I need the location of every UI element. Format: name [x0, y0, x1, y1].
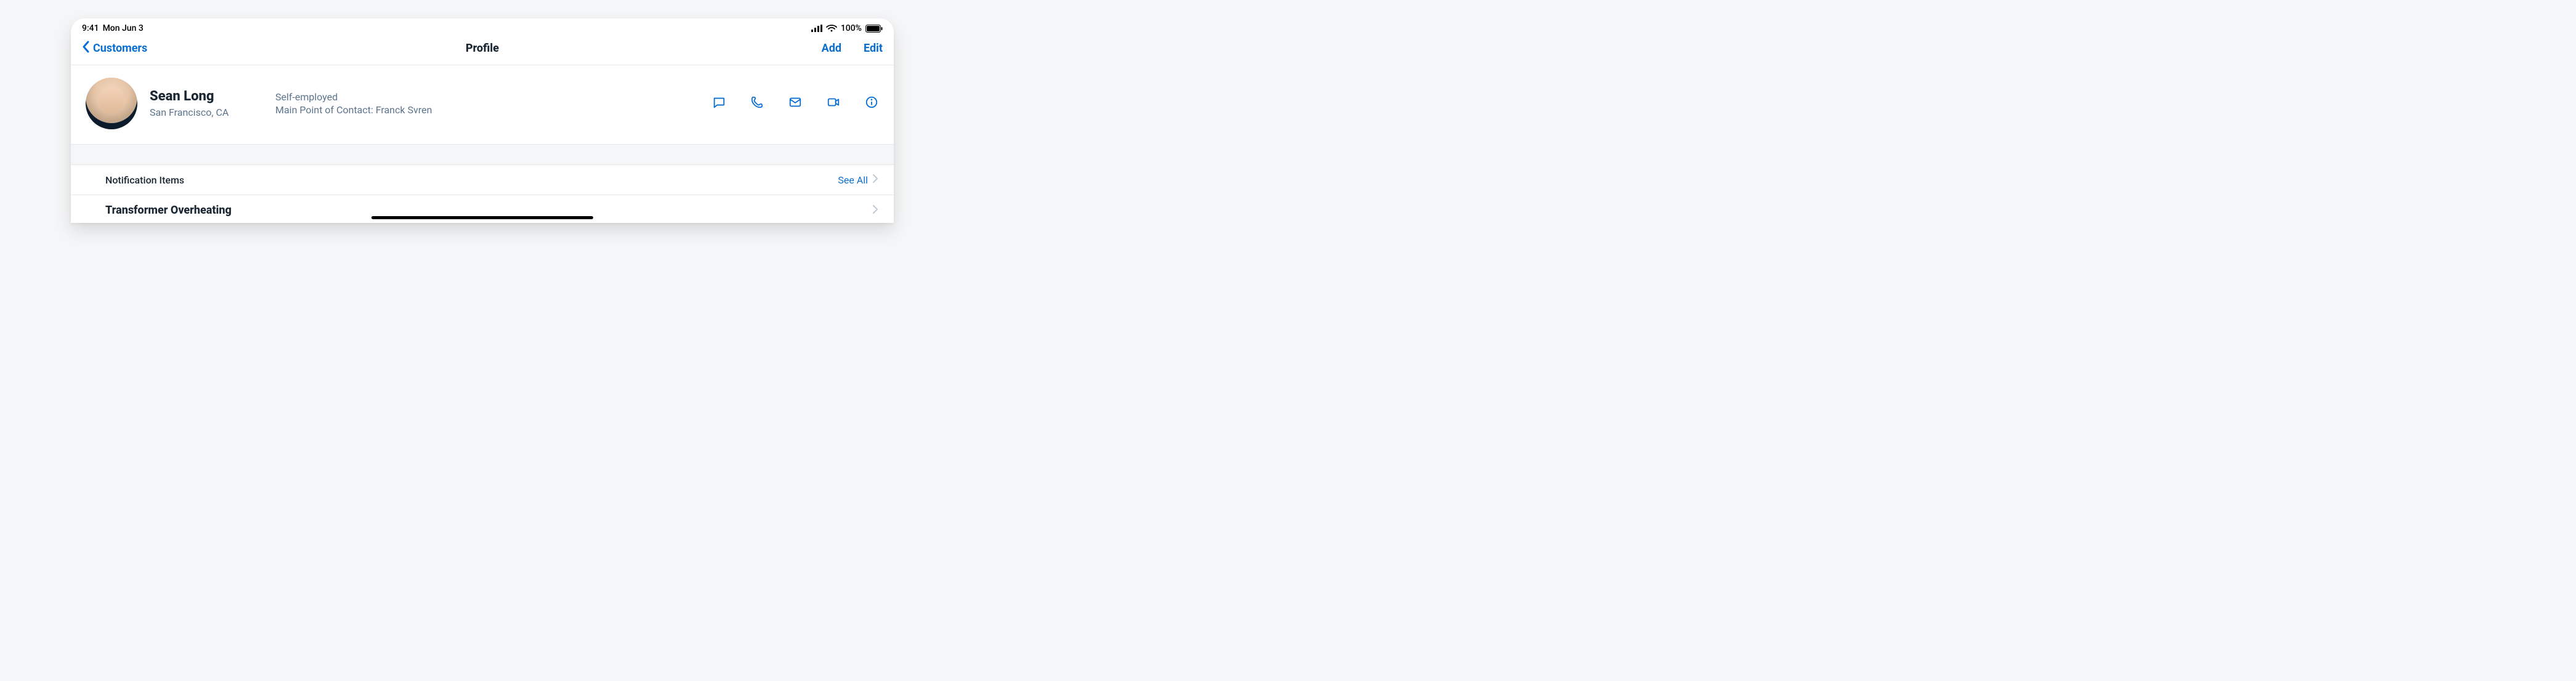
see-all-button[interactable]: See All	[838, 174, 879, 186]
chat-icon	[712, 95, 726, 111]
chevron-right-icon	[872, 174, 879, 186]
section-gap	[71, 144, 894, 165]
add-button[interactable]: Add	[822, 42, 841, 55]
see-all-label: See All	[838, 174, 868, 186]
wifi-icon	[826, 25, 837, 32]
status-time: 9:41	[82, 23, 99, 33]
call-button[interactable]	[750, 96, 764, 111]
back-label: Customers	[93, 42, 147, 55]
notifications-header-row: Notification Items See All	[71, 165, 894, 195]
back-button[interactable]: Customers	[82, 41, 147, 56]
notification-item-title: Transformer Overheating	[105, 204, 232, 217]
chevron-right-icon	[872, 204, 879, 217]
mail-icon	[788, 95, 802, 111]
profile-header: Sean Long San Francisco, CA Self-employe…	[71, 65, 894, 144]
video-icon	[827, 95, 840, 111]
email-button[interactable]	[788, 96, 803, 111]
notifications-header-label: Notification Items	[105, 174, 184, 186]
status-bar: 9:41 Mon Jun 3 100%	[71, 18, 894, 36]
avatar[interactable]	[86, 78, 137, 129]
page-title: Profile	[466, 42, 499, 55]
quick-actions	[711, 96, 879, 111]
chevron-left-icon	[82, 41, 91, 56]
profile-name: Sean Long	[150, 89, 248, 104]
info-button[interactable]	[864, 96, 879, 111]
profile-location: San Francisco, CA	[150, 107, 248, 118]
home-indicator[interactable]	[371, 216, 593, 219]
edit-button[interactable]: Edit	[864, 42, 883, 55]
profile-contact-line: Main Point of Contact: Franck Svren	[275, 104, 432, 116]
phone-icon	[750, 95, 764, 111]
battery-percent: 100%	[841, 23, 862, 33]
info-icon	[865, 95, 878, 111]
cellular-icon	[811, 25, 822, 32]
nav-bar: Customers Profile Add Edit	[71, 36, 894, 65]
profile-employment: Self-employed	[275, 91, 432, 103]
status-date: Mon Jun 3	[103, 23, 144, 33]
video-button[interactable]	[826, 96, 841, 111]
chat-button[interactable]	[711, 96, 726, 111]
battery-icon	[865, 25, 883, 33]
